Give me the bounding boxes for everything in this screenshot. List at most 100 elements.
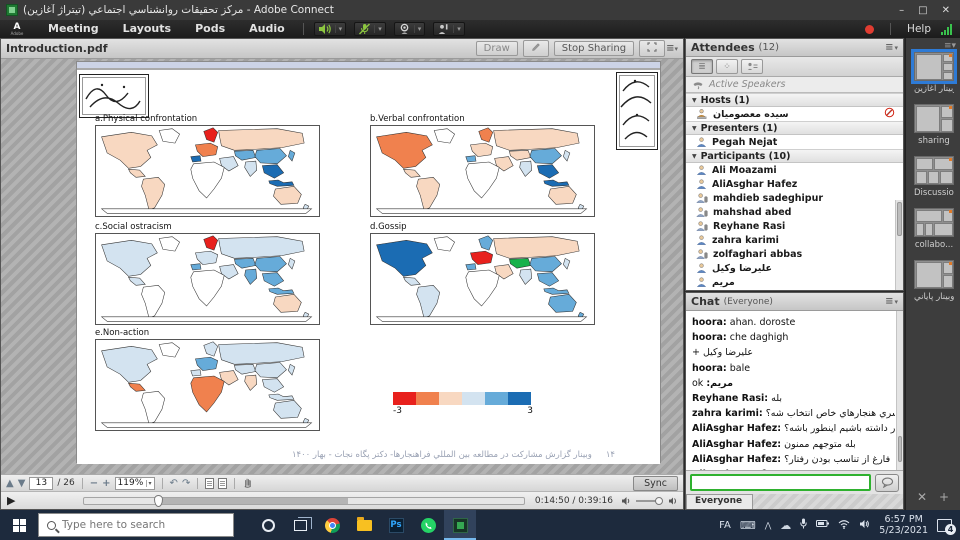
draw-button[interactable]: Draw xyxy=(476,41,518,56)
attendee-row[interactable]: Pegah Nejat xyxy=(686,135,903,149)
touch-keyboard-icon[interactable]: ⌨ xyxy=(740,519,756,532)
chat-message: hoora: bale xyxy=(692,361,895,376)
layout-thumbnail-4[interactable]: collabo... xyxy=(914,208,954,250)
help-menu[interactable]: Help xyxy=(907,23,931,35)
battery-icon[interactable] xyxy=(816,519,829,531)
zoom-in-button[interactable]: + xyxy=(102,478,110,489)
hand-tool-button[interactable] xyxy=(242,476,253,491)
seek-bar[interactable] xyxy=(83,497,524,505)
onedrive-cloud-icon[interactable]: ☁ xyxy=(780,519,791,532)
chat-scope-label: (Everyone) xyxy=(724,297,773,307)
language-indicator[interactable]: FA xyxy=(719,520,731,531)
chat-scrollbar[interactable] xyxy=(896,311,903,470)
taskbar-clock[interactable]: 6:57 PM 5/23/2021 xyxy=(879,514,928,536)
playback-time: 0:14:50 / 0:39:16 xyxy=(535,496,613,506)
send-message-button[interactable] xyxy=(875,474,899,492)
attendees-pod-menu-button[interactable]: ≡▾ xyxy=(885,42,898,53)
menu-pods[interactable]: Pods xyxy=(183,22,237,35)
user-icon xyxy=(696,164,707,176)
group-header-hosts[interactable]: ▼Hosts (1) xyxy=(686,93,903,107)
attendee-row[interactable]: عليرضا وكيل xyxy=(686,261,903,275)
chat-message-input[interactable] xyxy=(690,474,871,491)
photoshop-button[interactable]: Ps xyxy=(380,510,412,540)
start-button[interactable] xyxy=(0,510,38,540)
attendee-row[interactable]: zahra karimi xyxy=(686,233,903,247)
rotate-cw-button[interactable]: ↷ xyxy=(182,478,190,489)
volume-icon[interactable] xyxy=(621,496,632,506)
seek-thumb[interactable] xyxy=(154,495,163,507)
search-input[interactable] xyxy=(62,519,212,531)
add-layout-button[interactable]: + xyxy=(939,490,949,504)
microphone-muted-button[interactable]: ▾ xyxy=(354,22,386,36)
layout-thumbnail-5[interactable]: وبينار پاياني xyxy=(914,260,954,302)
chat-message: AliAsghar Hafez: بله متوجهم ممنون xyxy=(692,437,895,452)
stop-sharing-button[interactable]: Stop Sharing xyxy=(554,41,634,56)
attendee-row[interactable]: mahdieb sadeghipur xyxy=(686,191,903,205)
layout-thumbnail-1[interactable]: وبينار آغازين xyxy=(914,52,954,94)
speaker-button[interactable]: ▾ xyxy=(314,22,347,36)
attendee-row[interactable]: سيده معصوميان xyxy=(686,107,903,121)
chat-tab-everyone[interactable]: Everyone xyxy=(686,494,753,509)
attendee-row[interactable]: Reyhane Rasi xyxy=(686,219,903,233)
map-title: d.Gossip xyxy=(370,222,595,233)
attendee-row[interactable]: Ali Moazami xyxy=(686,163,903,177)
raise-hand-button[interactable]: ▾ xyxy=(433,22,465,36)
single-page-view-button[interactable] xyxy=(205,478,214,489)
world-map-d: d.Gossip xyxy=(370,222,595,325)
chat-pod-menu-button[interactable]: ≡▾ xyxy=(885,296,898,307)
attendee-status-view-button[interactable] xyxy=(741,59,763,74)
notification-badge: 4 xyxy=(945,524,956,535)
fullscreen-button[interactable] xyxy=(639,40,665,57)
adobe-connect-taskbar-button[interactable] xyxy=(444,510,476,540)
chat-message: hoora: che daghigh xyxy=(692,330,895,345)
page-up-button[interactable]: ▲ xyxy=(6,478,14,489)
action-center-button[interactable]: 4 xyxy=(937,519,952,532)
sound-tray-icon[interactable] xyxy=(859,519,870,532)
rotate-ccw-button[interactable]: ↶ xyxy=(170,478,178,489)
attendee-row[interactable]: mahshad abed xyxy=(686,205,903,219)
pen-tool-button[interactable] xyxy=(523,40,549,57)
share-pod-menu-button[interactable]: ≡▾ xyxy=(666,43,678,54)
play-button[interactable]: ▶ xyxy=(7,494,15,507)
group-header-participants[interactable]: ▼Participants (10) xyxy=(686,149,903,163)
page-down-button[interactable]: ▼ xyxy=(18,478,26,489)
attendee-row[interactable]: AliAsghar Hafez xyxy=(686,177,903,191)
two-page-view-button[interactable] xyxy=(218,478,227,489)
whatsapp-button[interactable] xyxy=(412,510,444,540)
zoom-out-button[interactable]: − xyxy=(90,478,98,489)
attendee-list-view-button[interactable]: ≣ xyxy=(691,59,713,74)
attendee-grid-view-button[interactable]: ⁘ xyxy=(716,59,738,74)
legend-swatch xyxy=(508,392,531,405)
attendee-row[interactable]: مريم xyxy=(686,275,903,289)
photoshop-icon: Ps xyxy=(389,518,404,533)
zoom-level-select[interactable]: 119%▾ xyxy=(115,477,155,490)
maximize-button[interactable]: □ xyxy=(918,5,927,16)
webcam-button[interactable]: ▾ xyxy=(394,22,426,36)
volume-slider[interactable] xyxy=(636,500,662,502)
layout-thumbnail-2[interactable]: sharing xyxy=(914,104,954,146)
close-layout-button[interactable]: ✕ xyxy=(917,490,927,504)
group-header-presenters[interactable]: ▼Presenters (1) xyxy=(686,121,903,135)
wifi-icon[interactable] xyxy=(838,519,850,532)
chat-message: عليرضا وكيل + xyxy=(692,345,895,360)
menu-audio[interactable]: Audio xyxy=(237,22,297,35)
microphone-tray-icon[interactable] xyxy=(800,518,807,532)
hidden-icons-chevron[interactable]: ⋀ xyxy=(765,521,772,530)
taskbar-search[interactable] xyxy=(38,513,234,537)
chrome-taskbar-button[interactable] xyxy=(316,510,348,540)
close-button[interactable]: ✕ xyxy=(942,5,950,16)
minimize-button[interactable]: – xyxy=(899,5,904,16)
cortana-icon xyxy=(262,519,275,532)
page-number-input[interactable] xyxy=(29,477,53,490)
chat-pod-title: Chat xyxy=(691,295,720,308)
file-explorer-button[interactable] xyxy=(348,510,380,540)
task-view-button[interactable] xyxy=(284,510,316,540)
layout-thumbnail-3[interactable]: Discussion xyxy=(914,156,954,198)
menu-layouts[interactable]: Layouts xyxy=(111,22,183,35)
layouts-panel-menu-button[interactable]: ≡▾ xyxy=(944,41,956,51)
menu-meeting[interactable]: Meeting xyxy=(36,22,111,35)
attendee-row[interactable]: zolfaghari abbas xyxy=(686,247,903,261)
sync-button[interactable]: Sync xyxy=(633,476,678,491)
cortana-button[interactable] xyxy=(252,510,284,540)
attendees-scrollbar[interactable] xyxy=(895,200,903,290)
